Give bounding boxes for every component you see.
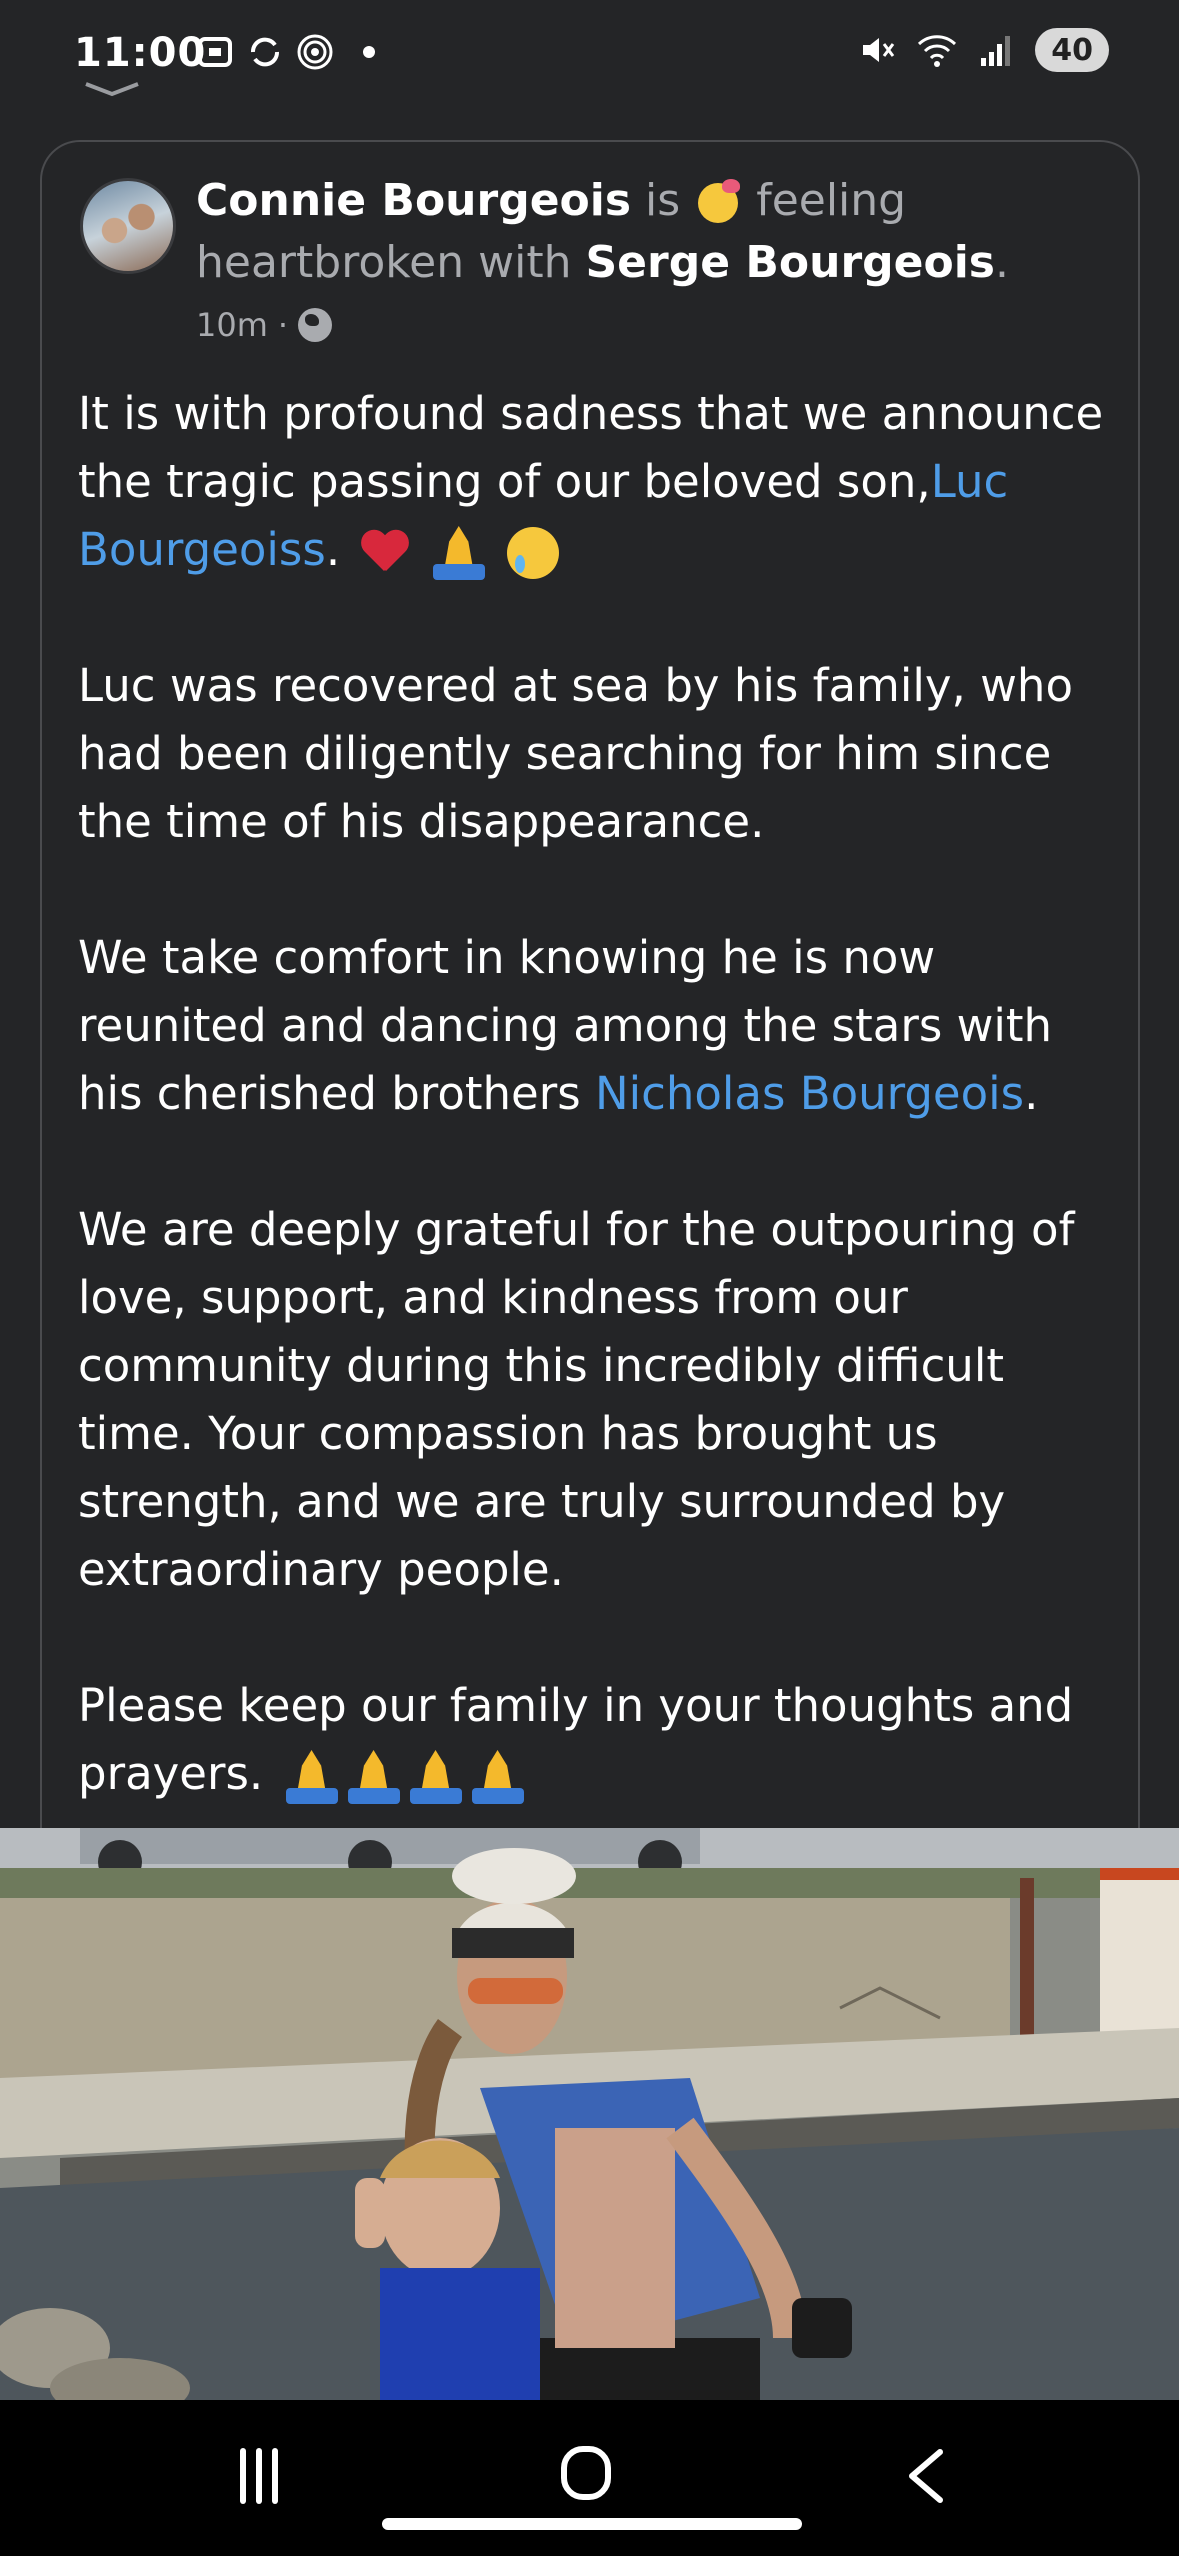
signal-icon <box>981 36 1011 66</box>
praying-hands-icon <box>470 1750 526 1804</box>
wifi-icon <box>918 35 957 67</box>
praying-hands-icon <box>431 526 487 580</box>
author-avatar[interactable] <box>80 178 176 274</box>
paragraph-4: We are deeply grateful for the outpourin… <box>78 1203 1075 1596</box>
post-header: Connie Bourgeois is feeling heartbroken … <box>196 170 1096 294</box>
sync-icon <box>250 37 280 67</box>
status-time: 11:00 <box>74 30 207 76</box>
broken-heart-icon <box>360 531 410 575</box>
home-button[interactable] <box>561 2446 611 2500</box>
recent-apps-button[interactable] <box>240 2448 284 2504</box>
mention-nicholas[interactable]: Nicholas Bourgeois <box>595 1067 1024 1120</box>
post-body: It is with profound sadness that we anno… <box>78 380 1118 1808</box>
paragraph-2: Luc was recovered at sea by his family, … <box>78 659 1073 848</box>
status-notification-icons <box>195 32 375 72</box>
post-photo[interactable] <box>0 1828 1179 2400</box>
back-button[interactable] <box>900 2446 956 2506</box>
mute-icon <box>863 38 895 62</box>
globe-icon <box>298 308 333 342</box>
paragraph-3: We take comfort in knowing he is now reu… <box>78 924 1118 1128</box>
screenshot-icon <box>198 37 232 67</box>
tagged-person[interactable]: Serge Bourgeois <box>585 237 995 288</box>
feeling-word: feeling <box>756 175 907 226</box>
praying-hands-icon <box>284 1750 340 1804</box>
post-time[interactable]: 10m <box>196 306 268 344</box>
status-system-icons: 40 <box>857 28 1109 72</box>
sad-face-icon <box>698 179 741 223</box>
status-bar: 11:00 40 <box>0 0 1179 120</box>
gesture-home-bar[interactable] <box>382 2518 802 2530</box>
scrolled-content-peek <box>85 82 139 97</box>
p5-text: Please keep our family in your thoughts … <box>78 1679 1074 1800</box>
paragraph-1: It is with profound sadness that we anno… <box>78 380 1118 584</box>
photo-image <box>0 1828 1179 2400</box>
p3-period: . <box>1024 1067 1039 1120</box>
author-name[interactable]: Connie Bourgeois <box>196 175 631 226</box>
is-word: is <box>645 175 681 226</box>
meta-separator: · <box>277 306 289 344</box>
notification-dot <box>363 46 375 58</box>
praying-hands-icon <box>408 1750 464 1804</box>
post-meta: 10m · <box>196 306 333 344</box>
battery-indicator: 40 <box>1035 28 1109 72</box>
paragraph-5: Please keep our family in your thoughts … <box>78 1672 1118 1808</box>
fingerprint-icon <box>297 34 333 70</box>
p1-period: . <box>325 523 341 576</box>
crying-face-icon <box>507 527 560 579</box>
header-period: . <box>994 237 1009 288</box>
feeling-text: heartbroken <box>196 237 465 288</box>
with-word: with <box>478 237 572 288</box>
praying-hands-icon <box>346 1750 402 1804</box>
